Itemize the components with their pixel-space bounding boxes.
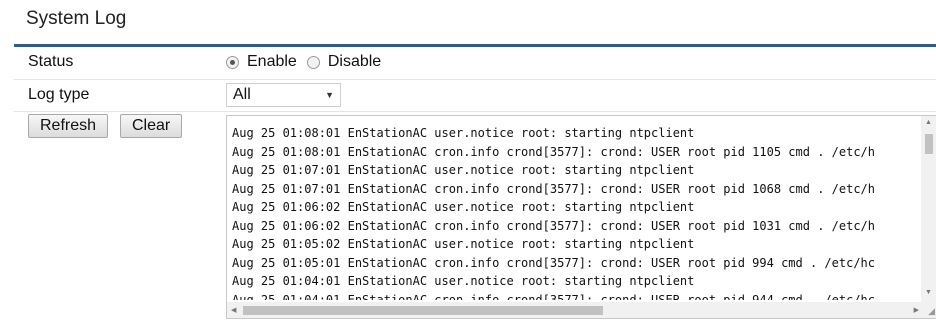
log-line: Aug 25 01:07:01 EnStationAC cron.info cr… (232, 181, 875, 196)
status-label: Status (28, 53, 74, 70)
status-radio-group: Enable Disable (226, 53, 391, 71)
log-line: Aug 25 01:07:01 EnStationAC user.notice … (232, 163, 695, 177)
refresh-button[interactable]: Refresh (28, 114, 109, 138)
disable-radio[interactable] (306, 55, 320, 69)
clear-button[interactable]: Clear (120, 114, 183, 138)
scroll-right-icon[interactable]: ▶ (914, 306, 919, 314)
scroll-up-icon[interactable]: ▲ (925, 119, 932, 126)
log-type-row: Log type All ▼ (14, 80, 936, 112)
resize-corner[interactable]: ◢ (921, 302, 936, 318)
resize-grip-icon[interactable]: ◢ (928, 306, 935, 317)
horizontal-scroll-thumb[interactable] (243, 306, 603, 315)
enable-radio[interactable] (226, 55, 239, 69)
disable-radio-label[interactable]: Disable (328, 53, 381, 71)
page-title: System Log (26, 8, 127, 29)
enable-radio-label[interactable]: Enable (247, 53, 297, 71)
log-line: Aug 25 01:05:02 EnStationAC user.notice … (232, 237, 695, 251)
log-line: Aug 25 01:06:02 EnStationAC cron.info cr… (232, 218, 875, 233)
log-type-select[interactable]: All ▼ (226, 83, 341, 107)
log-line: Aug 25 01:08:01 EnStationAC user.notice … (232, 126, 695, 140)
log-textarea[interactable]: Aug 25 01:08:01 EnStationAC user.notice … (226, 115, 936, 319)
log-line: Aug 25 01:05:01 EnStationAC cron.info cr… (232, 255, 875, 270)
log-type-label: Log type (28, 86, 90, 103)
log-row: Refresh Clear Aug 25 01:08:01 EnStationA… (14, 112, 936, 323)
log-line: Aug 25 01:04:01 EnStationAC user.notice … (232, 274, 695, 288)
log-content: Aug 25 01:08:01 EnStationAC user.notice … (232, 124, 922, 300)
log-line: Aug 25 01:08:01 EnStationAC cron.info cr… (232, 144, 875, 159)
scroll-down-icon[interactable]: ▼ (925, 289, 932, 296)
log-line: Aug 25 01:04:01 EnStationAC cron.info cr… (232, 292, 875, 301)
vertical-scroll-thumb[interactable] (925, 134, 933, 154)
horizontal-scrollbar[interactable]: ◀ ▶ (227, 302, 923, 318)
log-line: Aug 25 01:06:02 EnStationAC user.notice … (232, 200, 695, 214)
scroll-left-icon[interactable]: ◀ (231, 306, 236, 314)
vertical-scrollbar[interactable]: ▲ ▼ (921, 116, 936, 302)
dropdown-arrow-icon: ▼ (325, 90, 334, 100)
status-row: Status Enable Disable (14, 47, 936, 80)
log-type-selected-value: All (233, 86, 251, 103)
